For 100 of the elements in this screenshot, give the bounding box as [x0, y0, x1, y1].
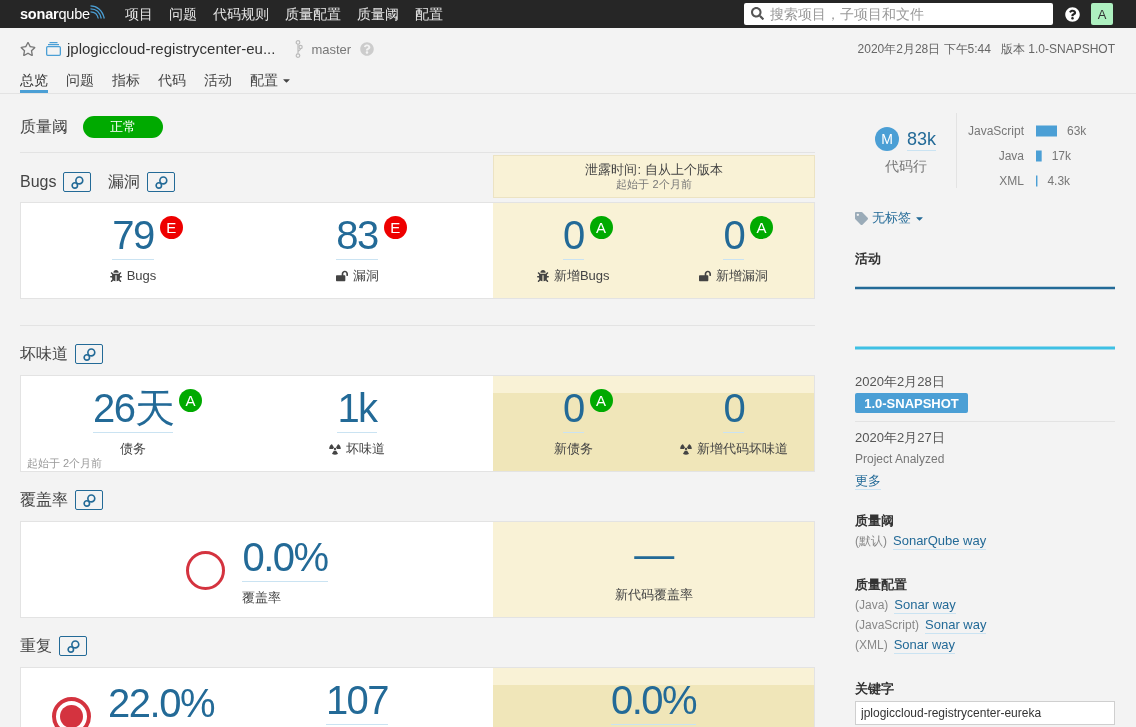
bug-icon [109, 270, 122, 282]
project-key-field[interactable]: jplogiccloud-registrycenter-eureka [855, 701, 1115, 725]
open-lock-icon [335, 270, 348, 282]
menu-item[interactable]: 问题 [168, 3, 197, 25]
profile-link[interactable]: Sonar way [894, 596, 956, 614]
nav-tab[interactable]: 活动 [204, 62, 232, 93]
language-bar [1036, 125, 1057, 137]
metric-value-link[interactable]: 1k [337, 388, 377, 433]
lines-of-code-link[interactable]: 83k [907, 127, 936, 151]
nav-tab[interactable]: 问题 [66, 62, 94, 93]
metric-value-link[interactable]: 107 [325, 680, 389, 725]
metric-value-link[interactable]: 0 [723, 388, 745, 433]
menu-item[interactable]: 质量阈 [356, 3, 399, 25]
size-rating-badge: M [875, 127, 899, 151]
quality-gate-link[interactable]: SonarQube way [893, 532, 987, 550]
radiation-icon [679, 443, 692, 455]
nav-tab[interactable]: 配置 [250, 62, 292, 93]
metric-label: 新代码覆盖率 [614, 587, 693, 603]
search-icon [751, 7, 764, 20]
language-lines: 4.3k [1047, 174, 1071, 188]
nav-tab[interactable]: 代码 [158, 62, 186, 93]
metric-label: 覆盖率 [242, 590, 282, 606]
leak-period-title: 泄露时间: 自从上个版本 [585, 162, 723, 178]
menu-item[interactable]: 质量配置 [284, 3, 341, 25]
event-text: Project Analyzed [855, 451, 945, 467]
key-heading: 关键字 [855, 681, 894, 697]
radiation-icon [329, 443, 341, 455]
link-button[interactable] [147, 172, 176, 192]
language-label: (JavaScript) [855, 618, 919, 632]
metric-label: 债务 [120, 441, 146, 457]
profile-link[interactable]: Sonar way [925, 616, 987, 634]
language-label: (XML) [855, 638, 888, 652]
more-link[interactable]: 更多 [855, 472, 881, 490]
branch-icon [295, 40, 304, 58]
bug-icon [536, 270, 549, 282]
help-icon[interactable] [1065, 6, 1080, 22]
section-title: 坏味道 [20, 344, 68, 364]
version-badge: 1.0-SNAPSHOT [855, 393, 968, 413]
search-field[interactable]: 搜索项目，子项目和文件 [744, 3, 1053, 25]
menu-item[interactable]: 代码规则 [212, 3, 269, 25]
rating-badge: A [179, 389, 202, 412]
activity-title: 活动 [855, 251, 881, 267]
lines-of-code-label: 代码行 [884, 157, 927, 175]
section-title: 覆盖率 [20, 490, 68, 510]
ring-icon [186, 551, 226, 590]
metric-value-link[interactable]: 0 [562, 215, 584, 260]
metric-value-link[interactable]: 0.0% [610, 680, 697, 725]
rating-badge: E [383, 216, 407, 239]
logo-arcs-icon [89, 5, 105, 19]
metric-label: 新增Bugs [553, 268, 610, 284]
language-lines: 17k [1051, 149, 1072, 163]
link-button[interactable] [75, 490, 103, 510]
default-label: (默认) [855, 532, 887, 550]
metric-value: — [634, 534, 673, 578]
metric-value-link[interactable]: 79 [112, 215, 154, 260]
link-icon [82, 347, 96, 361]
menu-item[interactable]: 项目 [124, 3, 153, 25]
nav-tab[interactable]: 总览 [20, 62, 48, 93]
profile-link[interactable]: Sonar way [893, 636, 956, 654]
star-icon[interactable] [20, 41, 36, 57]
branch-name: master [311, 41, 352, 57]
user-avatar[interactable]: A [1091, 3, 1113, 25]
metric-value-link[interactable]: 22.0% [108, 683, 214, 727]
menu-item[interactable]: 配置 [414, 3, 443, 25]
language-label: (Java) [855, 598, 889, 612]
link-button[interactable] [63, 172, 92, 192]
tag-icon [855, 211, 868, 225]
project-name-link[interactable]: jplogiccloud-registrycenter-eu... [67, 39, 276, 59]
metric-label: 漏洞 [352, 268, 379, 284]
open-lock-icon [699, 270, 712, 282]
language-name: Java [998, 149, 1024, 163]
stack-icon [46, 42, 61, 56]
section-title: 漏洞 [108, 172, 141, 192]
language-bar [1036, 150, 1042, 162]
language-name: JavaScript [967, 124, 1024, 138]
link-icon [70, 175, 84, 189]
rating-badge: A [589, 216, 613, 239]
metric-label: 新债务 [553, 441, 593, 457]
metric-value-link[interactable]: 0.0% [242, 537, 328, 582]
event-date: 2020年2月28日 [855, 374, 945, 390]
rating-badge: A [589, 389, 613, 412]
tags-dropdown[interactable]: 无标签 [872, 210, 925, 226]
link-icon [82, 493, 96, 507]
language-name: XML [999, 174, 1024, 188]
metric-label: Bugs [126, 268, 157, 284]
metric-value-link[interactable]: 83 [336, 215, 378, 260]
metric-value-link[interactable]: 26天 [93, 388, 173, 433]
rating-badge: A [750, 216, 774, 239]
logo-link[interactable]: sonarqube [20, 5, 105, 23]
metric-value-link[interactable]: 0 [562, 388, 584, 433]
quality-gate-status: 正常 [83, 116, 163, 138]
link-button[interactable] [75, 344, 103, 364]
link-icon [154, 175, 168, 189]
metric-value-link[interactable]: 0 [723, 215, 745, 260]
nav-tab[interactable]: 指标 [112, 62, 140, 93]
event-date: 2020年2月27日 [855, 430, 945, 446]
version-text: 版本 1.0-SNAPSHOT [1000, 40, 1115, 58]
metric-label: 坏味道 [346, 441, 385, 457]
leak-period-since: 起始于 2个月前 [616, 178, 692, 191]
link-button[interactable] [59, 636, 87, 656]
